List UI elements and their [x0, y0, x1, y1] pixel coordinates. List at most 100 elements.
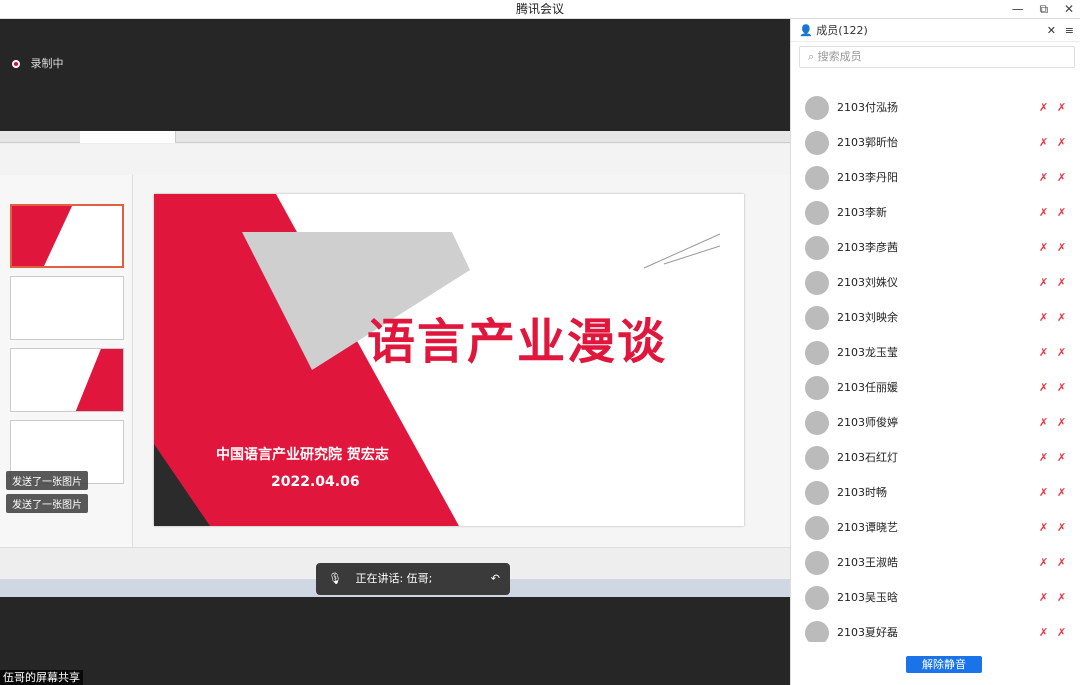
avatar — [805, 586, 829, 610]
search-icon: ⌕ — [808, 50, 815, 63]
camera-off-icon[interactable]: ✗ — [1057, 101, 1071, 114]
reply-icon[interactable]: ↶ — [491, 563, 500, 595]
chat-message-2: 发送了一张图片 — [6, 494, 88, 513]
members-header: 👤 成员(122) ✕ ≡ — [791, 19, 1080, 42]
participant-row[interactable]: 2103师俊婷 ✗ ✗ — [791, 405, 1080, 440]
participant-row[interactable]: 2103龙玉莹 ✗ ✗ — [791, 335, 1080, 370]
camera-off-icon[interactable]: ✗ — [1057, 241, 1071, 254]
mic-icon: 🎙 — [328, 572, 342, 585]
recording-label: 录制中 — [30, 57, 64, 70]
ppt-file-tab — [80, 131, 176, 143]
camera-off-icon[interactable]: ✗ — [1057, 171, 1071, 184]
slide-thumb-1[interactable] — [10, 204, 124, 268]
camera-off-icon[interactable]: ✗ — [1057, 381, 1071, 394]
mic-muted-icon[interactable]: ✗ — [1039, 626, 1051, 639]
camera-off-icon[interactable]: ✗ — [1057, 311, 1071, 324]
window-title: 腾讯会议 — [515, 2, 564, 16]
slide-title: 语言产业漫谈 — [367, 314, 668, 370]
meeting-stage: 录制中 语言产业漫谈 中国语言产业研究院 贺宏志 2022.04.06 发送了一… — [0, 19, 790, 685]
avatar — [805, 306, 829, 330]
ppt-tab-strip — [0, 131, 790, 143]
mic-muted-icon[interactable]: ✗ — [1039, 556, 1051, 569]
current-slide: 语言产业漫谈 中国语言产业研究院 贺宏志 2022.04.06 — [154, 194, 744, 526]
mic-muted-icon[interactable]: ✗ — [1039, 276, 1051, 289]
mic-muted-icon[interactable]: ✗ — [1039, 241, 1051, 254]
chat-message-1: 发送了一张图片 — [6, 471, 88, 490]
avatar — [805, 201, 829, 225]
participant-row[interactable]: 2103李彦茜 ✗ ✗ — [791, 230, 1080, 265]
mic-muted-icon[interactable]: ✗ — [1039, 486, 1051, 499]
screen-share-label: 伍哥的屏幕共享 — [0, 670, 83, 685]
shared-screen: 语言产业漫谈 中国语言产业研究院 贺宏志 2022.04.06 — [0, 131, 790, 597]
panel-menu-icon[interactable]: ≡ — [1065, 19, 1074, 42]
panel-close-icon[interactable]: ✕ — [1047, 19, 1056, 42]
participant-row[interactable]: 2103付泓扬 ✗ ✗ — [791, 90, 1080, 125]
participant-row[interactable]: 2103谭晓艺 ✗ ✗ — [791, 510, 1080, 545]
member-search-input[interactable]: ⌕ 搜索成员 — [799, 46, 1075, 68]
mic-muted-icon[interactable]: ✗ — [1039, 136, 1051, 149]
camera-off-icon[interactable]: ✗ — [1057, 136, 1071, 149]
participant-row[interactable]: 2103夏好磊 ✗ ✗ — [791, 615, 1080, 642]
participant-row[interactable]: 2103李丹阳 ✗ ✗ — [791, 160, 1080, 195]
mic-muted-icon[interactable]: ✗ — [1039, 381, 1051, 394]
avatar — [805, 166, 829, 190]
camera-off-icon[interactable]: ✗ — [1057, 556, 1071, 569]
camera-off-icon[interactable]: ✗ — [1057, 521, 1071, 534]
recording-indicator: 录制中 — [12, 55, 64, 71]
unmute-button[interactable]: 解除静音 — [906, 656, 982, 673]
participant-row[interactable]: 2103王淑皓 ✗ ✗ — [791, 545, 1080, 580]
ppt-toolbar — [0, 131, 790, 175]
slide-thumb-2[interactable] — [10, 276, 124, 340]
mic-muted-icon[interactable]: ✗ — [1039, 346, 1051, 359]
restore-icon[interactable]: ⧉ — [1040, 2, 1049, 16]
mic-muted-icon[interactable]: ✗ — [1039, 206, 1051, 219]
participant-row[interactable]: 2103石红灯 ✗ ✗ — [791, 440, 1080, 475]
search-placeholder: 搜索成员 — [817, 50, 862, 63]
avatar — [805, 376, 829, 400]
mic-muted-icon[interactable]: ✗ — [1039, 591, 1051, 604]
camera-off-icon[interactable]: ✗ — [1057, 416, 1071, 429]
camera-off-icon[interactable]: ✗ — [1057, 451, 1071, 464]
speaker-indicator: 🎙 正在讲话: 伍哥; ↶ — [316, 563, 510, 595]
participant-row[interactable]: 2103时畅 ✗ ✗ — [791, 475, 1080, 510]
title-bar: 腾讯会议 — ⧉ ✕ — [0, 0, 1080, 19]
avatar — [805, 236, 829, 260]
avatar — [805, 131, 829, 155]
participant-row[interactable]: 2103刘姝仪 ✗ ✗ — [791, 265, 1080, 300]
mic-muted-icon[interactable]: ✗ — [1039, 521, 1051, 534]
camera-off-icon[interactable]: ✗ — [1057, 346, 1071, 359]
minimize-icon[interactable]: — — [1012, 2, 1024, 16]
participant-row[interactable]: 2103李新 ✗ ✗ — [791, 195, 1080, 230]
slide-thumb-3[interactable] — [10, 348, 124, 412]
record-icon — [12, 60, 20, 68]
avatar — [805, 341, 829, 365]
avatar — [805, 551, 829, 575]
mic-muted-icon[interactable]: ✗ — [1039, 311, 1051, 324]
mic-muted-icon[interactable]: ✗ — [1039, 416, 1051, 429]
participant-row[interactable]: 2103郭昕怡 ✗ ✗ — [791, 125, 1080, 160]
camera-off-icon[interactable]: ✗ — [1057, 591, 1071, 604]
camera-off-icon[interactable]: ✗ — [1057, 276, 1071, 289]
avatar — [805, 621, 829, 642]
avatar — [805, 96, 829, 120]
members-title: 成员(122) — [816, 24, 868, 37]
camera-off-icon[interactable]: ✗ — [1057, 206, 1071, 219]
participant-row[interactable]: 2103任丽媛 ✗ ✗ — [791, 370, 1080, 405]
avatar — [805, 481, 829, 505]
speaking-label: 正在讲话: 伍哥; — [355, 572, 433, 585]
close-icon[interactable]: ✕ — [1064, 2, 1074, 16]
camera-off-icon[interactable]: ✗ — [1057, 486, 1071, 499]
participant-row[interactable]: 2103吴玉晗 ✗ ✗ — [791, 580, 1080, 615]
mic-muted-icon[interactable]: ✗ — [1039, 101, 1051, 114]
participant-row[interactable]: 2103刘映余 ✗ ✗ — [791, 300, 1080, 335]
mic-muted-icon[interactable]: ✗ — [1039, 171, 1051, 184]
camera-off-icon[interactable]: ✗ — [1057, 626, 1071, 639]
avatar — [805, 446, 829, 470]
slide-org: 中国语言产业研究院 贺宏志 — [216, 447, 389, 463]
mic-muted-icon[interactable]: ✗ — [1039, 451, 1051, 464]
user-icon: 👤 — [799, 24, 813, 37]
avatar — [805, 516, 829, 540]
window-buttons: — ⧉ ✕ — [1012, 0, 1074, 19]
slide-date: 2022.04.06 — [271, 474, 360, 490]
avatar — [805, 271, 829, 295]
